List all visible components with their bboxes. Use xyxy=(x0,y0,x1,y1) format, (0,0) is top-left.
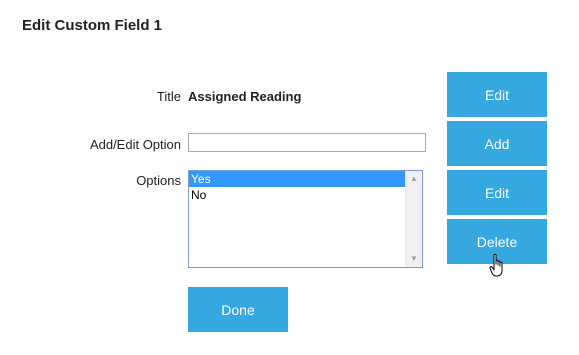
dialog-title: Edit Custom Field 1 xyxy=(22,17,163,34)
options-scrollbar[interactable]: ▲ ▼ xyxy=(405,171,422,267)
scroll-down-arrow-icon[interactable]: ▼ xyxy=(406,252,422,266)
hand-pointer-icon xyxy=(489,253,503,277)
title-value: Assigned Reading xyxy=(188,89,302,104)
title-label: Title xyxy=(156,89,181,104)
edit-option-button[interactable]: Edit xyxy=(447,170,547,215)
options-listbox[interactable]: Yes No ▲ ▼ xyxy=(188,170,423,268)
add-edit-option-label: Add/Edit Option xyxy=(89,137,181,152)
add-edit-option-input[interactable] xyxy=(188,133,426,152)
done-button[interactable]: Done xyxy=(188,287,288,332)
scroll-up-arrow-icon[interactable]: ▲ xyxy=(406,172,422,186)
option-yes[interactable]: Yes xyxy=(189,171,406,187)
edit-title-button[interactable]: Edit xyxy=(447,72,547,117)
option-no[interactable]: No xyxy=(189,187,406,203)
add-option-button[interactable]: Add xyxy=(447,121,547,166)
options-label: Options xyxy=(136,173,181,188)
